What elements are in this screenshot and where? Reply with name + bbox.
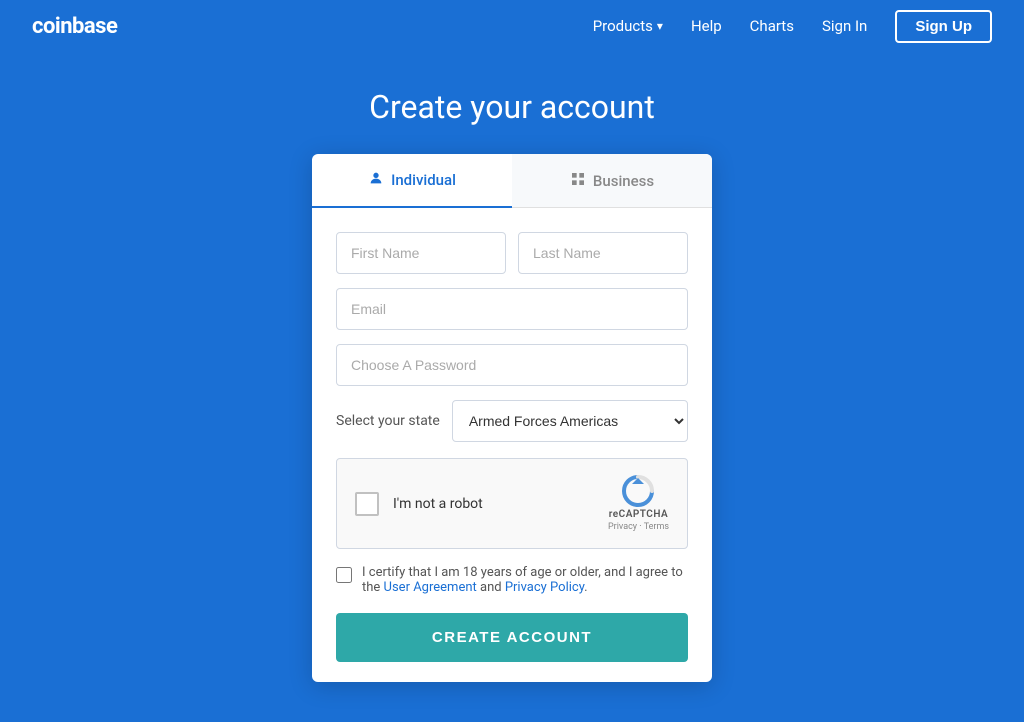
state-row: Select your state Armed Forces Americas … — [336, 400, 688, 442]
recaptcha-right: reCAPTCHA Privacy · Terms — [608, 475, 669, 532]
password-input[interactable] — [336, 344, 688, 386]
recaptcha-box[interactable]: I'm not a robot reCAPTCHA Privacy · Term… — [336, 458, 688, 549]
terms-text: I certify that I am 18 years of age or o… — [362, 565, 688, 595]
email-input[interactable] — [336, 288, 688, 330]
account-type-tabs: Individual Business — [312, 154, 712, 208]
form-card: Individual Business Select your s — [312, 154, 712, 682]
recaptcha-brand-label: reCAPTCHA — [609, 509, 668, 520]
navbar: coinbase Products Help Charts Sign In Si… — [0, 0, 1024, 52]
recaptcha-widget[interactable]: I'm not a robot reCAPTCHA Privacy · Term… — [336, 458, 688, 549]
page-title: Create your account — [0, 88, 1024, 126]
tab-business[interactable]: Business — [512, 154, 712, 207]
logo[interactable]: coinbase — [32, 14, 117, 39]
recaptcha-logo-icon — [622, 475, 654, 507]
nav-help-link[interactable]: Help — [691, 17, 722, 35]
user-agreement-link[interactable]: User Agreement — [384, 580, 477, 595]
last-name-input[interactable] — [518, 232, 688, 274]
nav-links: Products Help Charts Sign In Sign Up — [593, 10, 992, 43]
nav-products-link[interactable]: Products — [593, 17, 663, 35]
terms-row: I certify that I am 18 years of age or o… — [336, 565, 688, 595]
form-card-wrap: Individual Business Select your s — [0, 154, 1024, 722]
nav-signin-link[interactable]: Sign In — [822, 17, 867, 35]
terms-checkbox[interactable] — [336, 567, 352, 583]
first-name-input[interactable] — [336, 232, 506, 274]
recaptcha-label: I'm not a robot — [393, 496, 483, 512]
state-select[interactable]: Armed Forces Americas Alabama Alaska Ari… — [452, 400, 688, 442]
recaptcha-policy-links: Privacy · Terms — [608, 522, 669, 532]
page-title-section: Create your account — [0, 52, 1024, 154]
nav-signup-button[interactable]: Sign Up — [895, 10, 992, 43]
state-label: Select your state — [336, 413, 440, 429]
tab-individual[interactable]: Individual — [312, 154, 512, 208]
tab-business-label: Business — [593, 172, 654, 190]
recaptcha-left: I'm not a robot — [355, 492, 483, 516]
recaptcha-checkbox[interactable] — [355, 492, 379, 516]
building-icon — [570, 171, 586, 191]
name-row — [336, 232, 688, 274]
form-body: Select your state Armed Forces Americas … — [312, 208, 712, 682]
tab-individual-label: Individual — [391, 171, 456, 189]
person-icon — [368, 170, 384, 190]
create-account-button[interactable]: CREATE ACCOUNT — [336, 613, 688, 662]
nav-charts-link[interactable]: Charts — [750, 17, 794, 35]
privacy-policy-link[interactable]: Privacy Policy — [505, 580, 584, 595]
